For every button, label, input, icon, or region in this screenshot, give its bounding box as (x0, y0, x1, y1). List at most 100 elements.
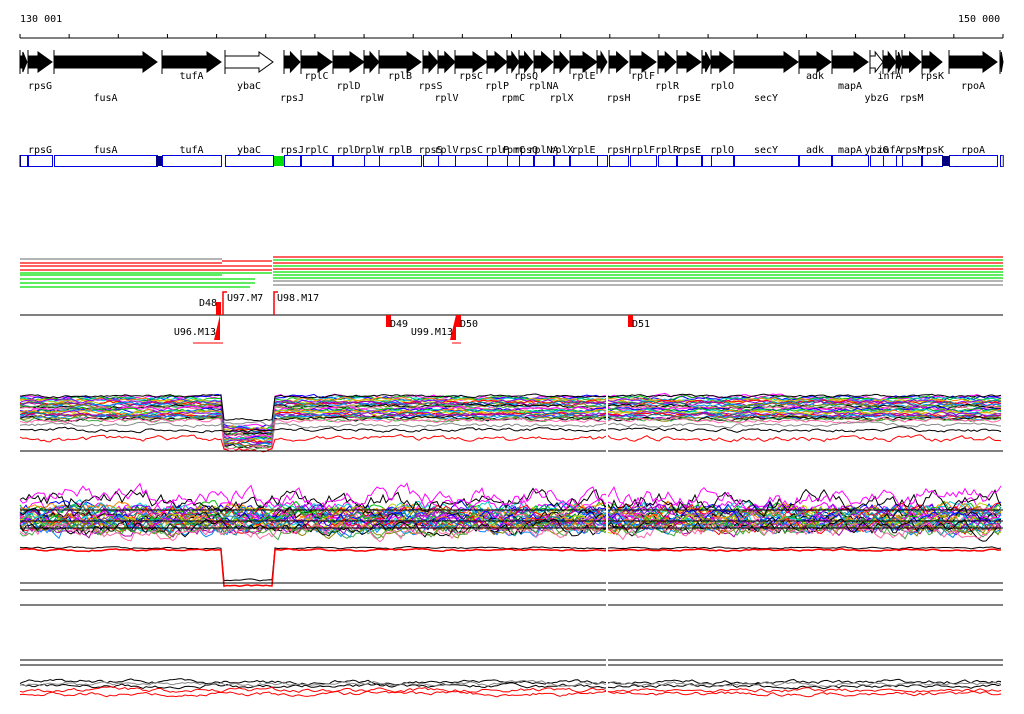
gene-box-adk[interactable] (799, 155, 832, 167)
gene-label: rplD (336, 81, 360, 92)
gene-arrow-mapA[interactable] (831, 51, 869, 73)
gene-box-tufA[interactable] (162, 155, 222, 167)
gene-box-rpsH[interactable] (609, 155, 629, 167)
gene-arrow-rplO[interactable] (710, 50, 734, 74)
gene-arrow-ybzG[interactable] (869, 50, 884, 74)
profile-line-panel3 (19, 682, 1002, 690)
gene-box-rpsG[interactable] (28, 155, 53, 167)
gene-arrow-rplX[interactable] (553, 50, 570, 74)
gene-box-rpsM[interactable] (902, 155, 922, 167)
gene-box-rplC[interactable] (301, 155, 333, 167)
gene-box-rplW[interactable] (364, 155, 380, 167)
gene-arrow-rpsJ[interactable] (283, 50, 301, 74)
tracks-canvas[interactable]: rpsG rpsG fusA fusA tufA tufA ybaC ybaC rpsJ rpsJ… (0, 0, 1024, 714)
gene-arrow-unnamed[interactable] (701, 51, 712, 73)
gene-arrow-rplC[interactable] (300, 51, 333, 73)
gene-box-ybaC[interactable] (225, 155, 274, 167)
gene-box-rplV[interactable] (438, 155, 456, 167)
gene-arrow-rpsE[interactable] (676, 51, 702, 73)
marker-label: U98.M17 (277, 293, 319, 304)
gene-arrow-unnamed[interactable] (895, 51, 903, 73)
profile-line-panel1 (20, 426, 1002, 434)
profile-line-panel1 (19, 415, 1002, 451)
profile-line-panel1 (19, 420, 1002, 429)
gene-label: tufA (179, 71, 203, 82)
gene-arrow-rpsK[interactable] (921, 50, 943, 74)
gene-arrow-unnamed[interactable] (596, 50, 608, 74)
gene-box-rpsQ[interactable] (519, 155, 534, 167)
gene-arrow-rpoA[interactable] (948, 51, 998, 73)
gene-arrow-rpmC[interactable] (506, 50, 520, 74)
gene-box-rplO[interactable] (711, 155, 734, 167)
gene-arrow-rplR[interactable] (657, 50, 677, 74)
gene-box-label: rpsG (28, 145, 52, 156)
gene-box-rplD[interactable] (333, 155, 365, 167)
gene-box-rplX[interactable] (554, 155, 570, 167)
gene-arrow-rplP[interactable] (486, 50, 508, 74)
gene-box-rplP[interactable] (487, 155, 508, 167)
gene-arrow-ybaC[interactable] (224, 51, 274, 73)
gene-box-rpmC[interactable] (507, 155, 520, 167)
marker-label: D51 (632, 319, 650, 330)
gene-arrow-secY[interactable] (733, 51, 799, 73)
gene-arrow-rpsQ[interactable] (518, 50, 534, 74)
gene-arrow-infA[interactable] (882, 50, 897, 74)
gene-box-rpsS[interactable] (423, 155, 439, 167)
gene-box-label: rplO (710, 145, 734, 156)
gene-arrow-rpsS[interactable] (422, 50, 439, 74)
gene-box-mapA[interactable] (832, 155, 869, 167)
gene-box-rpsC[interactable] (455, 155, 488, 167)
gene-box-rplE[interactable] (570, 155, 598, 167)
gene-arrow-unnamed[interactable] (19, 51, 28, 73)
gene-box-rplNA[interactable] (534, 155, 554, 167)
gene-box-rpoA[interactable] (949, 155, 998, 167)
gene-arrow-rplNA[interactable] (533, 50, 554, 74)
gene-arrow-rplF[interactable] (629, 51, 657, 73)
gene-arrow-rpsC[interactable] (454, 51, 488, 73)
gene-arrow-tufA[interactable] (161, 51, 222, 73)
gene-box-secY[interactable] (734, 155, 799, 167)
gene-arrow-rpsG[interactable] (27, 51, 53, 73)
gene-box-label: mapA (838, 145, 862, 156)
gene-label: rplP (485, 81, 509, 92)
gene-box-rpsE[interactable] (677, 155, 702, 167)
gene-arrow-rplE[interactable] (569, 51, 598, 73)
gene-box-rplF[interactable] (630, 155, 657, 167)
gene-highlight (156, 156, 162, 166)
gene-box-fusA[interactable] (54, 155, 158, 167)
gene-box-label: rplF (631, 145, 655, 156)
gene-box-rpsK[interactable] (922, 155, 943, 167)
gene-box-infA[interactable] (883, 155, 897, 167)
gene-box-unnamed[interactable] (702, 155, 712, 167)
gene-box-label: rpsJ (280, 145, 304, 156)
gene-label: rpsG (28, 81, 52, 92)
gene-label: secY (754, 93, 778, 104)
gene-arrow-rplV[interactable] (437, 50, 456, 74)
profile-line-panel1 (19, 434, 1002, 453)
gene-box-label: adk (806, 145, 824, 156)
gene-box-label: rpsH (606, 145, 630, 156)
marker-label: D49 (390, 319, 408, 330)
gene-label: rpmC (501, 93, 525, 104)
gene-box-unnamed[interactable] (597, 155, 608, 167)
gene-arrow-rplD[interactable] (332, 51, 365, 73)
gene-arrow-rpsH[interactable] (608, 50, 629, 74)
gene-arrow-rplB[interactable] (378, 51, 422, 73)
marker-label: D48 (199, 298, 217, 309)
gene-box-label: tufA (179, 145, 203, 156)
gene-box-unnamed[interactable] (20, 155, 28, 167)
gene-box-rplB[interactable] (379, 155, 422, 167)
genome-browser: 130 001 150 000 rpsG rpsG fusA fusA tufA tufA… (0, 0, 1024, 714)
gene-box-rplR[interactable] (658, 155, 677, 167)
gene-box-unnamed[interactable] (896, 155, 903, 167)
gene-box-label: rplX (549, 145, 573, 156)
gene-arrow-fusA[interactable] (53, 51, 158, 73)
gene-arrow-rplW[interactable] (363, 50, 380, 74)
gene-arrow-rpsM[interactable] (901, 50, 922, 74)
gene-box-label: rplB (388, 145, 412, 156)
gene-box-ybzG[interactable] (870, 155, 884, 167)
gene-label: rpsK (920, 71, 944, 82)
gene-box-rpsJ[interactable] (284, 155, 301, 167)
gene-arrow-adk[interactable] (798, 51, 832, 73)
marker-label: D50 (460, 319, 478, 330)
